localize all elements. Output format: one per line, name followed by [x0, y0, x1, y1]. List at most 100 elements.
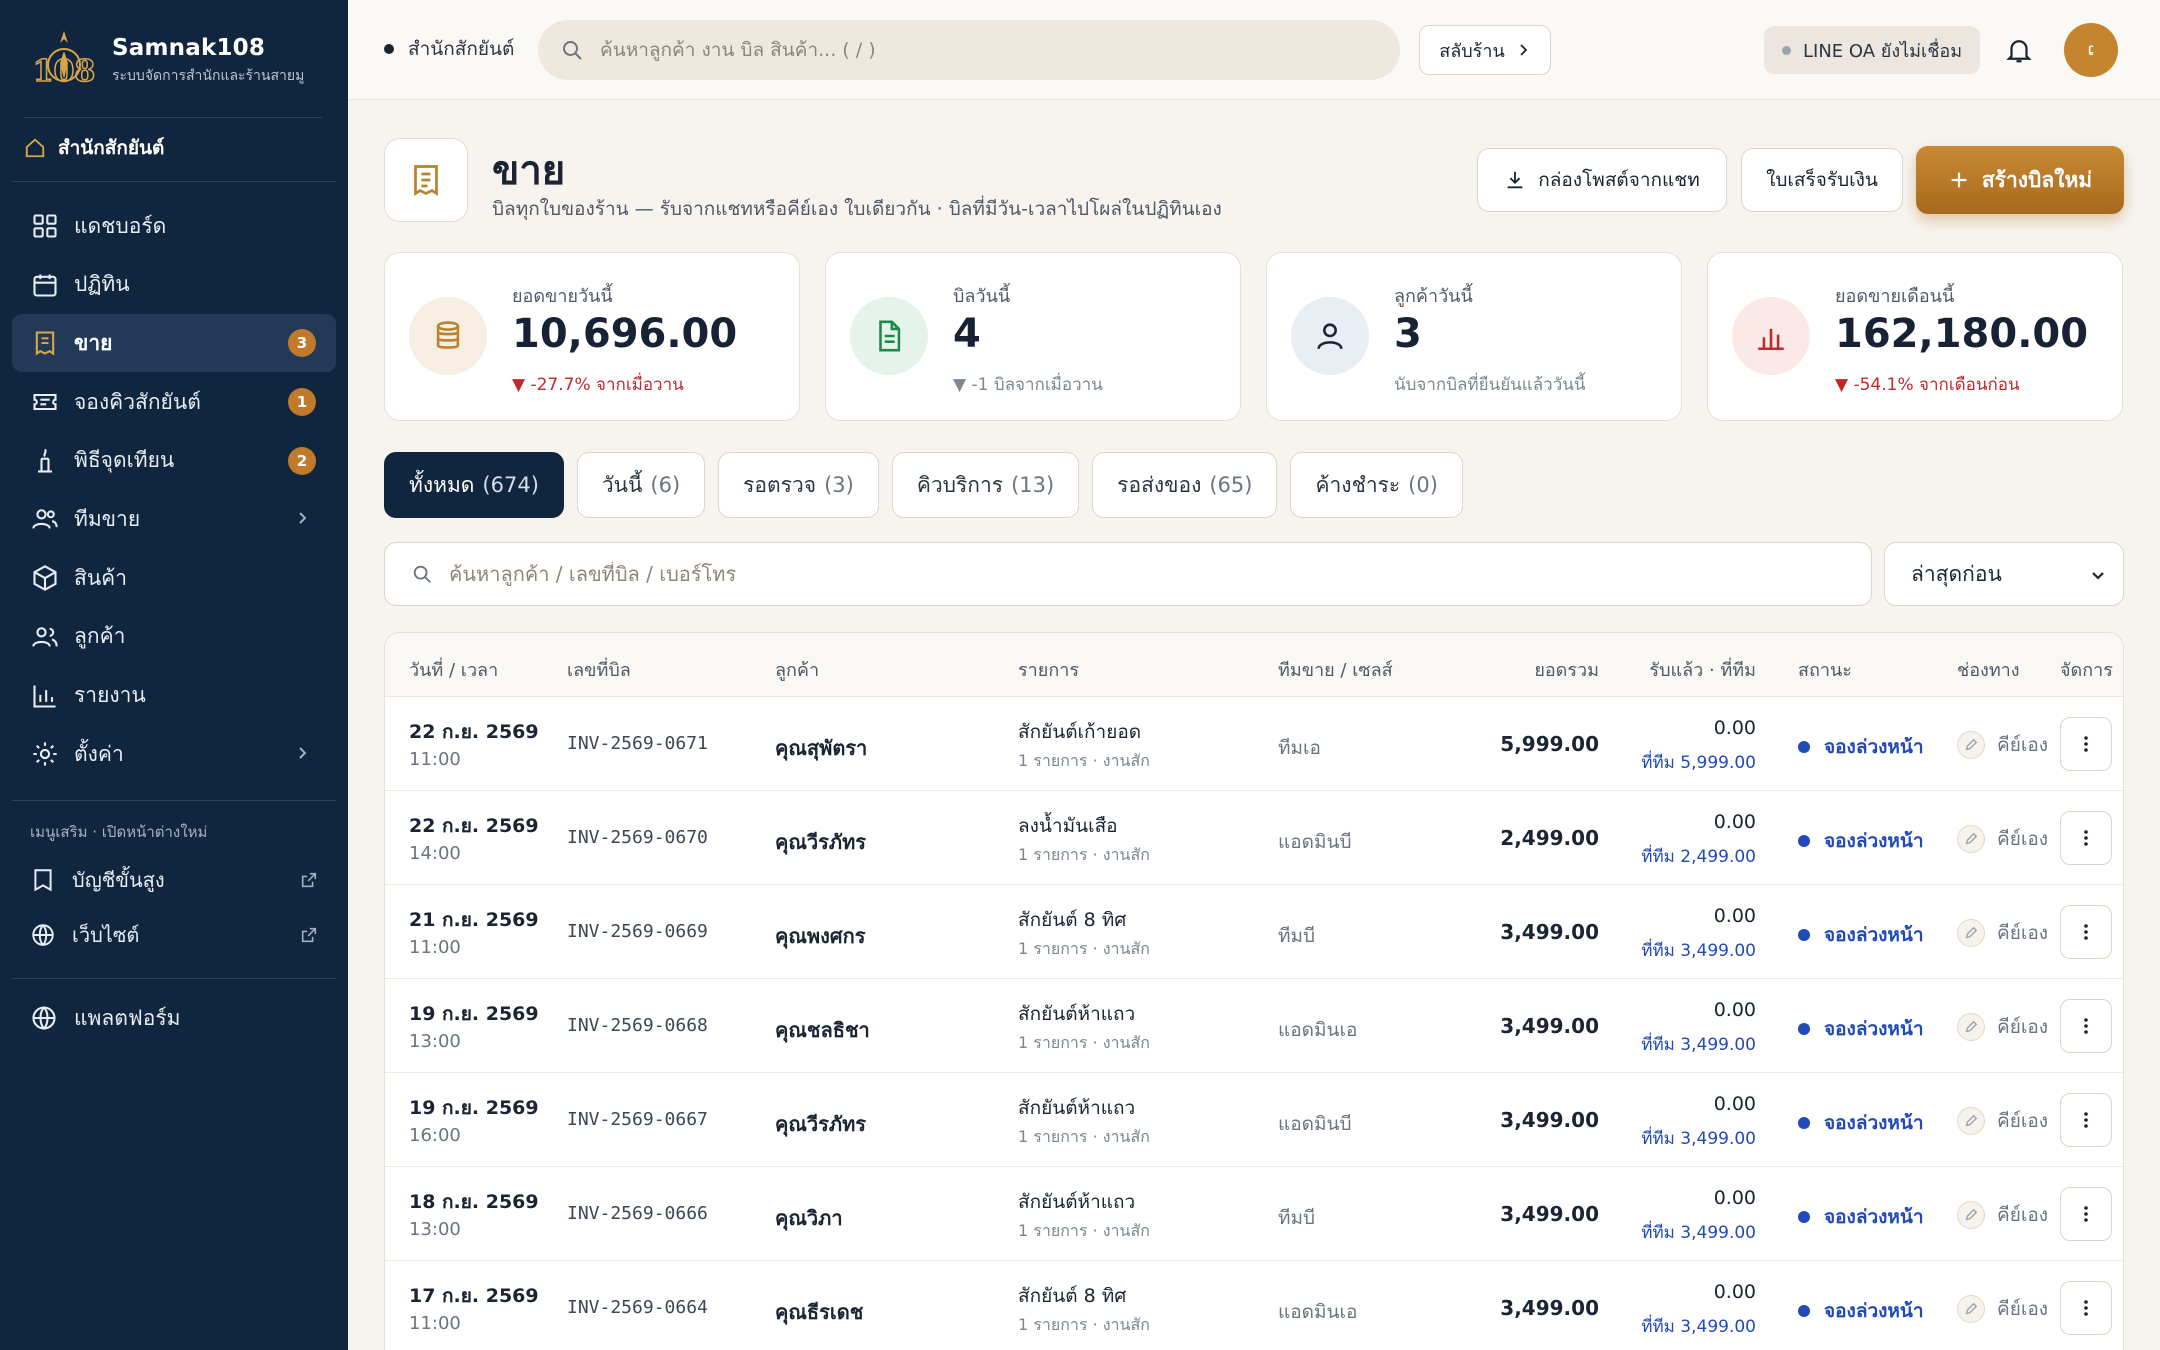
sidebar-badge: 2 — [288, 446, 316, 475]
invoice-number[interactable]: INV-2569-0666 — [567, 1203, 708, 1224]
table-row[interactable]: 22 ก.ย. 2569 11:00 INV-2569-0671 คุณสุพั… — [385, 697, 2123, 791]
bill-search-input[interactable] — [449, 562, 1829, 586]
bill-time: 14:00 — [409, 843, 461, 864]
column-header[interactable]: เลขที่บิล — [567, 655, 631, 684]
row-actions-button[interactable] — [2060, 905, 2112, 959]
channel-label: คีย์เอง — [1997, 1204, 2049, 1226]
column-header[interactable]: ลูกค้า — [775, 655, 819, 684]
status-dot — [1798, 929, 1810, 941]
table-row[interactable]: 19 ก.ย. 2569 13:00 INV-2569-0668 คุณชลธิ… — [385, 979, 2123, 1073]
table-row[interactable]: 21 ก.ย. 2569 11:00 INV-2569-0669 คุณพงศก… — [385, 885, 2123, 979]
create-bill-button[interactable]: สร้างบิลใหม่ — [1916, 146, 2124, 214]
customer-name[interactable]: คุณธีรเดช — [775, 1296, 863, 1328]
item-name: ลงน้ำมันเสือ — [1018, 815, 1118, 837]
column-header[interactable]: ยอดรวม — [1534, 655, 1599, 684]
tab-outstanding[interactable]: ค้างชำระ (0) — [1290, 452, 1463, 518]
sidebar-item-settings[interactable]: ตั้งค่า — [12, 725, 336, 783]
sidebar-badge: 3 — [288, 329, 316, 358]
sidebar-item-label: เว็บไซต์ — [72, 923, 140, 947]
column-header[interactable]: ช่องทาง — [1957, 655, 2020, 684]
pencil-icon — [1957, 825, 1985, 853]
shop-selector[interactable]: สำนักสักยันต์ — [24, 128, 164, 168]
tab-pending-review[interactable]: รอตรวจ (3) — [718, 452, 879, 518]
stat-icon-bg — [409, 297, 487, 375]
column-header[interactable]: รับแล้ว · ที่ทีม — [1649, 655, 1756, 684]
bell-icon[interactable] — [2004, 34, 2034, 66]
sidebar-item-sales[interactable]: ขาย 3 — [12, 314, 336, 373]
row-actions-button[interactable] — [2060, 1093, 2112, 1147]
stat-value: 162,180.00 — [1835, 311, 2089, 357]
brand[interactable]: 108 Samnak108 ระบบจัดการสำนักและร้านสายม… — [24, 26, 324, 96]
invoice-number[interactable]: INV-2569-0670 — [567, 827, 708, 848]
global-search-input[interactable] — [600, 39, 1360, 61]
table-row[interactable]: 17 ก.ย. 2569 11:00 INV-2569-0664 คุณธีรเ… — [385, 1261, 2123, 1350]
customer-name[interactable]: คุณวีรภัทร — [775, 826, 866, 858]
column-header[interactable]: วันที่ / เวลา — [409, 655, 498, 684]
status-badge: จองล่วงหน้า — [1798, 732, 1924, 762]
plus-icon — [1951, 172, 1967, 188]
stat-delta: ▼ -1 บิลจากเมื่อวาน — [953, 375, 1103, 395]
customer-name[interactable]: คุณวีรภัทร — [775, 1108, 866, 1140]
chevron-down-icon — [2092, 572, 2104, 580]
sidebar-item-website[interactable]: เว็บไซต์ — [30, 915, 320, 955]
sidebar-item-candle-ritual[interactable]: พิธีจุดเทียน 2 — [12, 432, 336, 490]
amount-at-team: ที่ทีม 5,999.00 — [1641, 753, 1756, 773]
customer-name[interactable]: คุณวิภา — [775, 1202, 843, 1234]
receipt-button[interactable]: ใบเสร็จรับเงิน — [1741, 148, 1903, 212]
tab-awaiting-shipment[interactable]: รอส่งของ (65) — [1092, 452, 1278, 518]
column-header[interactable]: สถานะ — [1798, 655, 1852, 684]
row-actions-button[interactable] — [2060, 999, 2112, 1053]
item-name: สักยันต์ 8 ทิศ — [1018, 1285, 1127, 1307]
customer-name[interactable]: คุณชลธิชา — [775, 1014, 870, 1046]
switch-shop-button[interactable]: สลับร้าน — [1419, 25, 1551, 75]
tab-label: ค้างชำระ — [1315, 472, 1401, 497]
customer-name[interactable]: คุณพงศกร — [775, 920, 865, 952]
row-actions-button[interactable] — [2060, 811, 2112, 865]
invoice-number[interactable]: INV-2569-0667 — [567, 1109, 708, 1130]
item-summary: 1 รายการ · งานสัก — [1018, 1033, 1150, 1052]
calendar-icon — [33, 274, 57, 297]
sort-select[interactable]: ล่าสุดก่อน — [1884, 542, 2124, 606]
bill-search[interactable] — [384, 542, 1872, 606]
table-row[interactable]: 22 ก.ย. 2569 14:00 INV-2569-0670 คุณวีรภ… — [385, 791, 2123, 885]
status-label: จองล่วงหน้า — [1824, 1206, 1924, 1228]
team-icon — [32, 509, 58, 530]
row-actions-button[interactable] — [2060, 1281, 2112, 1335]
stat-icon-bg — [1291, 297, 1369, 375]
sidebar-item-customers[interactable]: ลูกค้า — [12, 608, 336, 666]
tab-service-queue[interactable]: คิวบริการ (13) — [891, 452, 1080, 518]
customer-name[interactable]: คุณสุพัตรา — [775, 732, 867, 764]
chat-inbox-button[interactable]: กล่องโพสต์จากแชท — [1477, 148, 1727, 212]
table-row[interactable]: 19 ก.ย. 2569 16:00 INV-2569-0667 คุณวีรภ… — [385, 1073, 2123, 1167]
tab-today[interactable]: วันนี้ (6) — [576, 452, 706, 518]
invoice-number[interactable]: INV-2569-0664 — [567, 1297, 708, 1318]
sidebar-item-calendar[interactable]: ปฏิทิน — [12, 256, 336, 314]
column-header[interactable]: รายการ — [1018, 655, 1079, 684]
table-row[interactable]: 18 ก.ย. 2569 13:00 INV-2569-0666 คุณวิภา… — [385, 1167, 2123, 1261]
status-dot — [1798, 835, 1810, 847]
item-summary: 1 รายการ · งานสัก — [1018, 939, 1150, 958]
avatar[interactable]: ເ — [2064, 23, 2118, 77]
sidebar-item-advanced-accounting[interactable]: บัญชีขั้นสูง — [30, 860, 320, 900]
sidebar-item-label: สินค้า — [74, 565, 128, 590]
sidebar-item-sales-team[interactable]: ทีมขาย — [12, 490, 336, 548]
global-search[interactable] — [538, 20, 1400, 80]
stat-card-sales-month: ยอดขายเดือนนี้ 162,180.00 ▼ -54.1% จากเด… — [1707, 252, 2123, 421]
line-oa-status[interactable]: LINE OA ยังไม่เชื่อม — [1764, 26, 1981, 74]
sidebar-item-products[interactable]: สินค้า — [12, 549, 336, 607]
invoice-number[interactable]: INV-2569-0669 — [567, 921, 708, 942]
invoice-number[interactable]: INV-2569-0671 — [567, 733, 708, 754]
status-dot — [1798, 1305, 1810, 1317]
sidebar-item-reports[interactable]: รายงาน — [12, 667, 336, 725]
row-actions-button[interactable] — [2060, 717, 2112, 771]
tab-all[interactable]: ทั้งหมด (674) — [384, 452, 564, 518]
item-summary: 1 รายการ · งานสัก — [1018, 845, 1150, 864]
column-header[interactable]: ทีมขาย / เซลส์ — [1278, 655, 1393, 684]
invoice-number[interactable]: INV-2569-0668 — [567, 1015, 708, 1036]
switch-shop-label: สลับร้าน — [1439, 40, 1505, 62]
sidebar-item-platform[interactable]: แพลตฟอร์ม — [30, 998, 181, 1038]
sidebar-item-dashboard[interactable]: แดชบอร์ด — [12, 197, 336, 255]
breadcrumb[interactable]: สำนักสักยันต์ — [384, 34, 514, 64]
row-actions-button[interactable] — [2060, 1187, 2112, 1241]
sidebar-item-tattoo-booking[interactable]: จองคิวสักยันต์ 1 — [12, 373, 336, 431]
